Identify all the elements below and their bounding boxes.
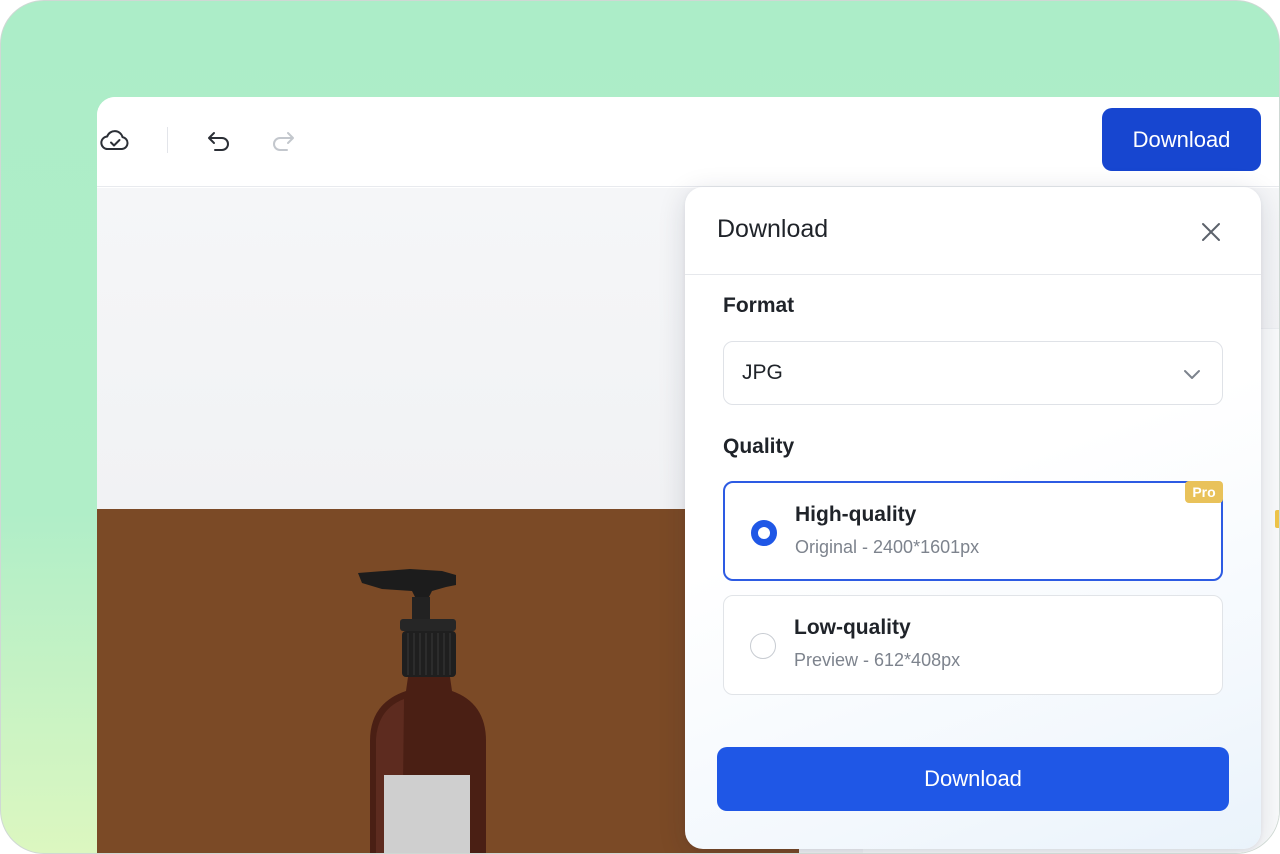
toolbar-divider [167,127,168,153]
device-frame: Download Download Format JPG Quality Hig… [0,0,1280,854]
toolbar-download-button[interactable]: Download [1102,108,1261,171]
format-label: Format [723,294,795,317]
pump-bottle-image [358,569,486,853]
option-title: High-quality [795,503,917,526]
download-dialog: Download Format JPG Quality High-quality… [685,187,1261,849]
dialog-header: Download [685,187,1261,275]
radio-unselected[interactable] [750,633,776,659]
close-icon[interactable] [1193,214,1229,250]
radio-selected[interactable] [751,520,777,546]
cloud-saved-icon[interactable] [97,123,133,159]
side-marker [1275,510,1279,528]
option-subtitle: Original - 2400*1601px [795,537,980,557]
chevron-down-icon [1184,370,1200,379]
option-title: Low-quality [794,616,911,639]
quality-option-high[interactable]: High-quality Original - 2400*1601px Pro [723,481,1223,581]
pro-badge: Pro [1185,481,1223,503]
quality-label: Quality [723,435,795,458]
redo-icon[interactable] [265,123,301,159]
format-selected-value: JPG [742,361,783,384]
dialog-download-button[interactable]: Download [717,747,1229,811]
undo-icon[interactable] [201,123,237,159]
quality-option-low[interactable]: Low-quality Preview - 612*408px [723,595,1223,695]
dialog-title: Download [717,215,829,243]
option-subtitle: Preview - 612*408px [794,650,961,670]
top-toolbar: Download [97,97,1279,187]
format-select[interactable]: JPG [723,341,1223,405]
